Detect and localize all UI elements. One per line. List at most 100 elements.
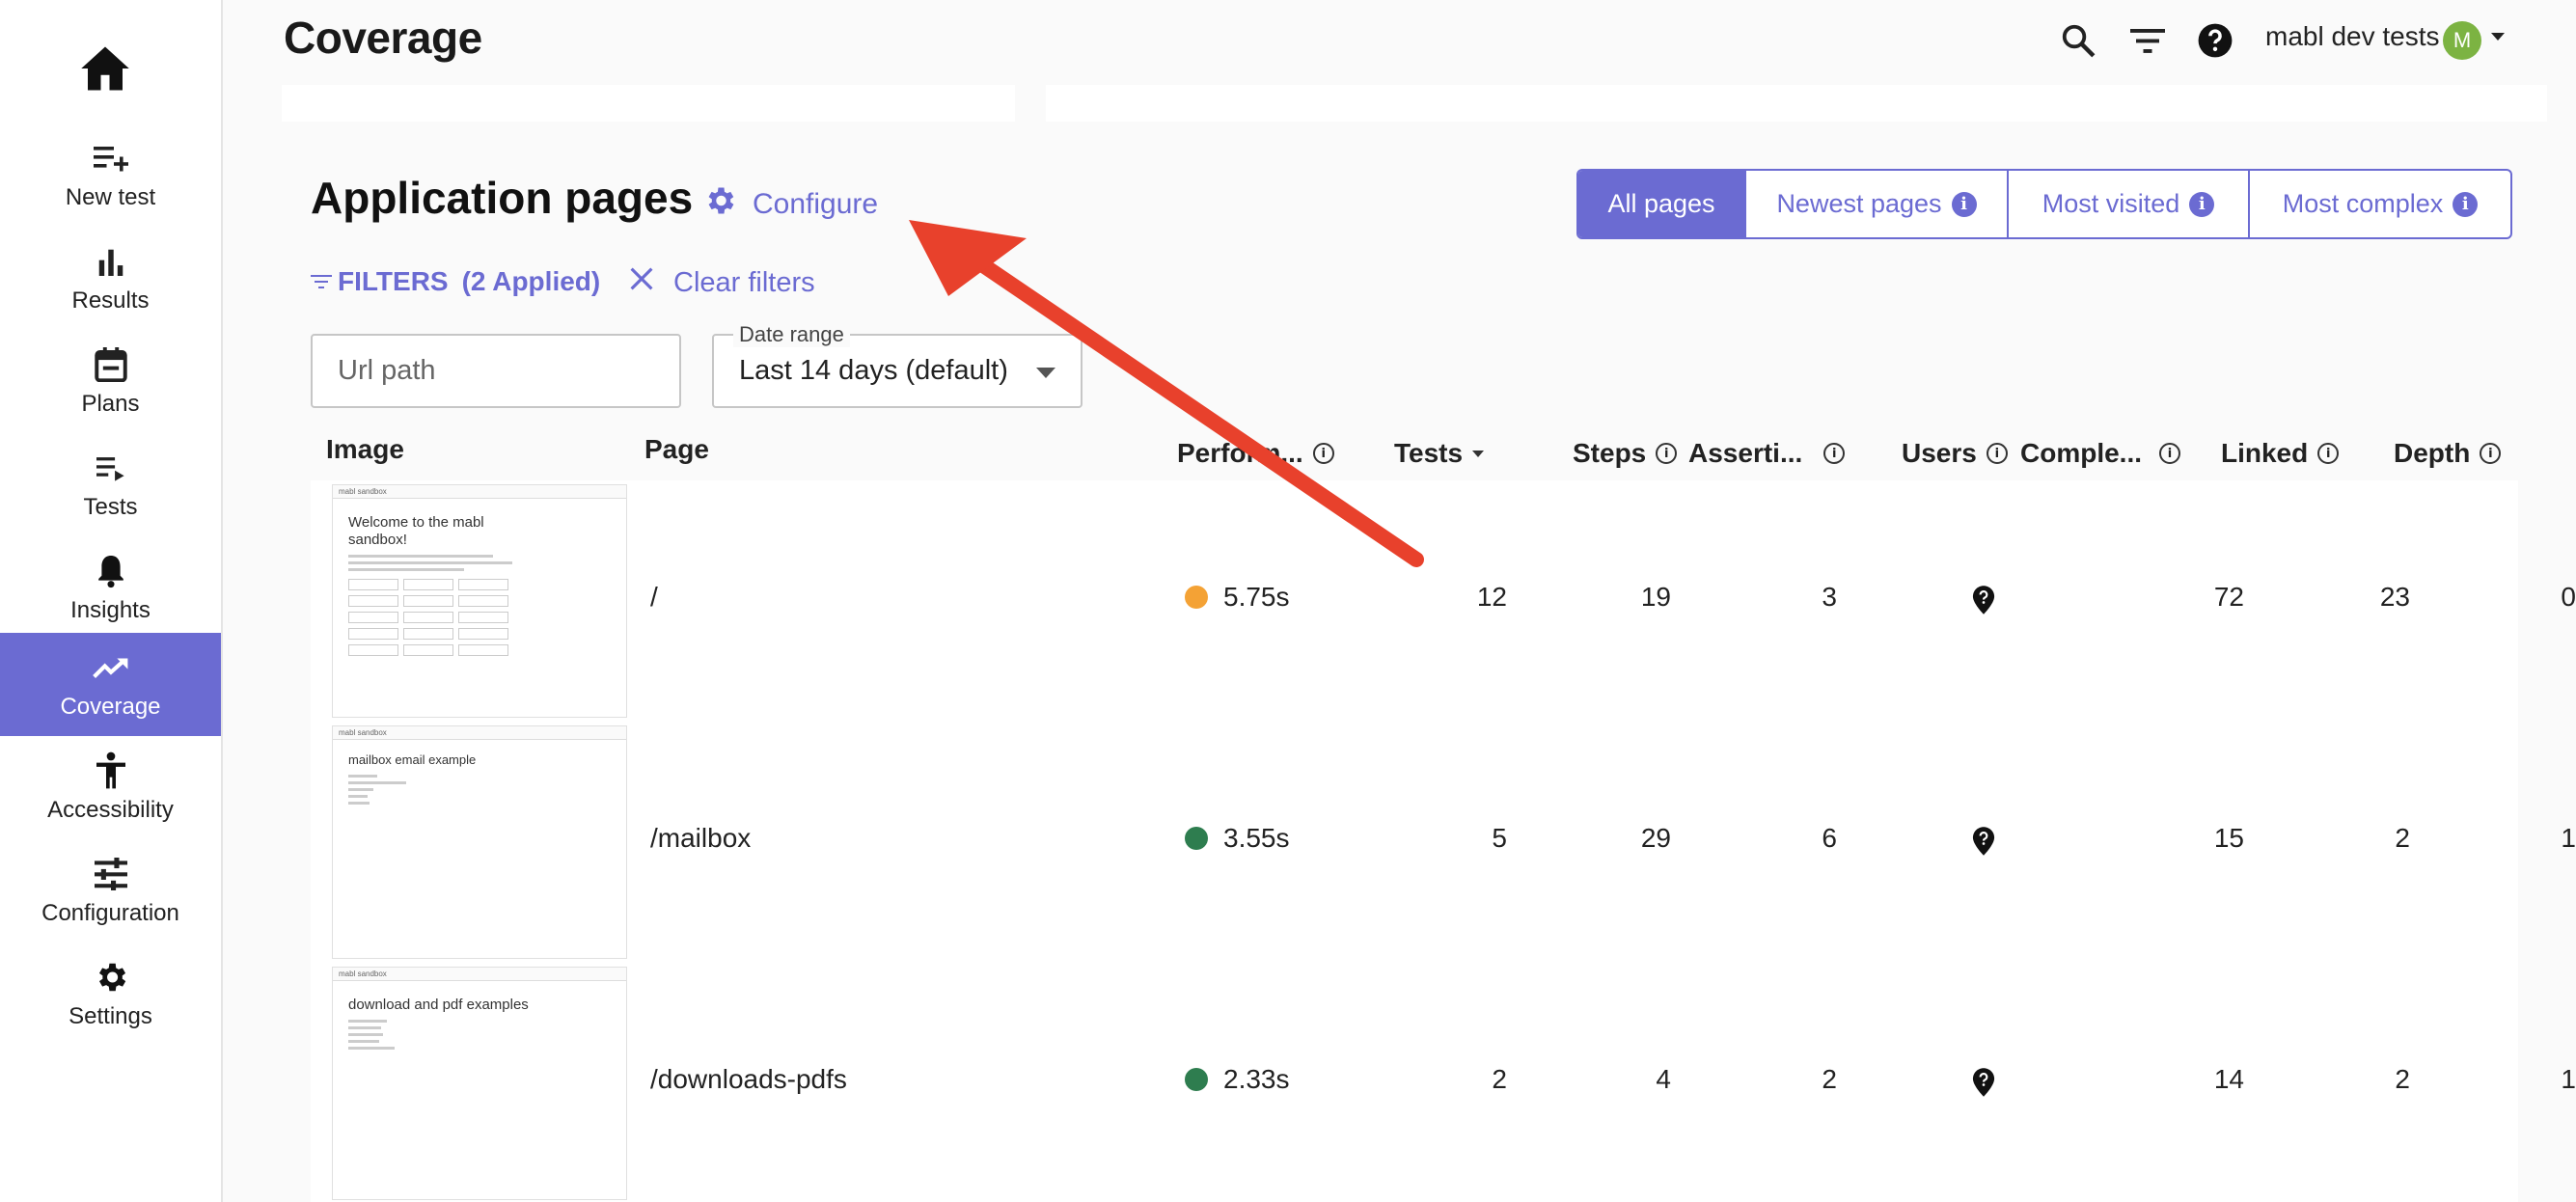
sidebar-item-label: Settings xyxy=(69,1002,152,1029)
performance-status-dot xyxy=(1185,827,1208,850)
thumbnail-title: Welcome to the mabl sandbox! xyxy=(348,514,484,548)
sidebar-item-label: Configuration xyxy=(41,899,179,926)
column-header-page[interactable]: Page xyxy=(644,434,709,465)
tests-count: 12 xyxy=(1476,582,1507,612)
performance-value: 2.33s xyxy=(1185,1064,1290,1095)
page-screenshot-thumbnail[interactable]: mabl sandbox mailbox email example xyxy=(332,725,627,959)
performance-value: 3.55s xyxy=(1185,823,1290,854)
sidebar-item-label: Insights xyxy=(70,596,151,623)
info-icon[interactable]: i xyxy=(1951,191,1977,217)
linked-count: 23 xyxy=(2379,582,2410,612)
date-range-label: Date range xyxy=(733,322,850,347)
info-icon[interactable]: i xyxy=(2480,443,2502,464)
page-screenshot-thumbnail[interactable]: mabl sandbox download and pdf examples xyxy=(332,967,627,1200)
location-help-icon[interactable] xyxy=(1971,1067,1998,1098)
steps-count: 29 xyxy=(1640,823,1671,853)
column-header-assertions[interactable]: Asserti... i xyxy=(1688,438,1846,469)
info-icon[interactable]: i xyxy=(1986,443,2008,464)
depth-value: 1 xyxy=(2561,823,2576,853)
home-icon[interactable] xyxy=(77,41,133,96)
trending-up-icon xyxy=(92,649,129,686)
info-icon[interactable]: i xyxy=(2189,191,2215,217)
tab-all-pages[interactable]: All pages xyxy=(1578,171,1746,237)
table-row[interactable]: mabl sandbox mailbox email example /mail… xyxy=(311,722,2576,963)
sidebar-item-results[interactable]: Results xyxy=(0,227,221,330)
complexity-value: 15 xyxy=(2213,823,2244,853)
column-header-linked[interactable]: Linked i xyxy=(2221,438,2340,469)
page-screenshot-thumbnail[interactable]: mabl sandbox Welcome to the mabl sandbox… xyxy=(332,484,627,718)
assertions-count: 3 xyxy=(1822,582,1837,612)
filters-toggle[interactable]: FILTERS (2 Applied) xyxy=(311,266,600,297)
info-icon[interactable]: i xyxy=(1656,443,1678,464)
complexity-value: 14 xyxy=(2213,1064,2244,1094)
date-range-value: Last 14 days (default) xyxy=(739,355,1008,386)
close-icon xyxy=(629,266,654,299)
help-icon[interactable] xyxy=(2194,19,2236,62)
column-header-tests[interactable]: Tests xyxy=(1394,438,1485,469)
playlist-add-icon xyxy=(93,140,129,177)
sidebar-item-tests[interactable]: Tests xyxy=(0,433,221,536)
tab-newest-pages[interactable]: Newest pages i xyxy=(1746,171,2009,237)
table-row[interactable]: mabl sandbox download and pdf examples /… xyxy=(311,963,2576,1202)
sidebar-item-settings[interactable]: Settings xyxy=(0,942,221,1046)
date-range-select[interactable]: Date range Last 14 days (default) xyxy=(712,322,1082,408)
info-icon[interactable]: i xyxy=(2159,443,2181,464)
tab-label: Newest pages xyxy=(1776,189,1942,218)
steps-count: 4 xyxy=(1656,1064,1671,1094)
performance-value: 5.75s xyxy=(1185,582,1290,613)
sidebar-item-new-test[interactable]: New test xyxy=(0,123,221,227)
thumbnail-nav: mabl sandbox xyxy=(333,726,626,740)
bell-icon xyxy=(93,553,129,589)
filters-label: FILTERS xyxy=(338,266,449,296)
sort-descending-icon[interactable] xyxy=(1472,450,1485,457)
page-path[interactable]: /mailbox xyxy=(650,823,751,854)
column-header-depth[interactable]: Depth i xyxy=(2394,438,2502,469)
tests-count: 2 xyxy=(1492,1064,1507,1094)
info-icon[interactable]: i xyxy=(2317,443,2340,464)
tab-most-complex[interactable]: Most complex i xyxy=(2250,171,2510,237)
account-name[interactable]: mabl dev tests xyxy=(2265,21,2440,52)
page-path[interactable]: /downloads-pdfs xyxy=(650,1064,847,1095)
section-title: Application pages xyxy=(311,173,694,223)
summary-card xyxy=(282,85,1015,122)
location-help-icon[interactable] xyxy=(1971,826,1998,857)
sidebar-item-accessibility[interactable]: Accessibility xyxy=(0,736,221,839)
assertions-count: 6 xyxy=(1822,823,1837,853)
sidebar-item-plans[interactable]: Plans xyxy=(0,330,221,433)
summary-card xyxy=(1046,85,2547,122)
sidebar-item-coverage[interactable]: Coverage xyxy=(0,633,221,736)
search-icon[interactable] xyxy=(2057,19,2099,62)
page-title: Coverage xyxy=(284,13,482,63)
page-view-tabs: All pages Newest pages i Most visited i … xyxy=(1576,169,2512,239)
table-row[interactable]: mabl sandbox Welcome to the mabl sandbox… xyxy=(311,480,2576,722)
sidebar-item-label: Plans xyxy=(81,390,140,417)
clear-filters-button[interactable]: Clear filters xyxy=(629,266,815,299)
info-icon[interactable]: i xyxy=(2453,191,2479,217)
tab-most-visited[interactable]: Most visited i xyxy=(2009,171,2250,237)
location-help-icon[interactable] xyxy=(1971,585,1998,615)
column-header-users[interactable]: Users i xyxy=(1902,438,2008,469)
filters-applied-count: (2 Applied) xyxy=(461,266,601,296)
depth-value: 0 xyxy=(2561,582,2576,612)
sidebar: New test Results Plans Tests Insights Co… xyxy=(0,0,223,1202)
sidebar-item-insights[interactable]: Insights xyxy=(0,536,221,640)
filter-icon[interactable] xyxy=(2126,19,2169,62)
info-icon[interactable]: i xyxy=(1823,443,1846,464)
gear-icon xyxy=(702,183,737,226)
url-path-input[interactable] xyxy=(311,334,681,408)
linked-count: 2 xyxy=(2395,823,2410,853)
tab-label: All pages xyxy=(1607,189,1715,218)
thumbnail-title: mailbox email example xyxy=(348,752,477,767)
column-header-image: Image xyxy=(326,434,404,464)
column-header-complexity[interactable]: Comple... i xyxy=(2020,438,2181,469)
chevron-down-icon[interactable] xyxy=(2491,33,2505,41)
playlist-play-icon xyxy=(93,450,129,486)
page-path[interactable]: / xyxy=(650,582,658,613)
info-icon[interactable]: i xyxy=(1312,443,1334,464)
column-header-steps[interactable]: Steps i xyxy=(1573,438,1678,469)
sidebar-item-configuration[interactable]: Configuration xyxy=(0,839,221,942)
gear-icon xyxy=(93,959,129,996)
avatar[interactable]: M xyxy=(2443,21,2481,60)
column-header-performance[interactable]: Perform... i xyxy=(1177,438,1334,469)
configure-button[interactable]: Configure xyxy=(702,183,878,226)
